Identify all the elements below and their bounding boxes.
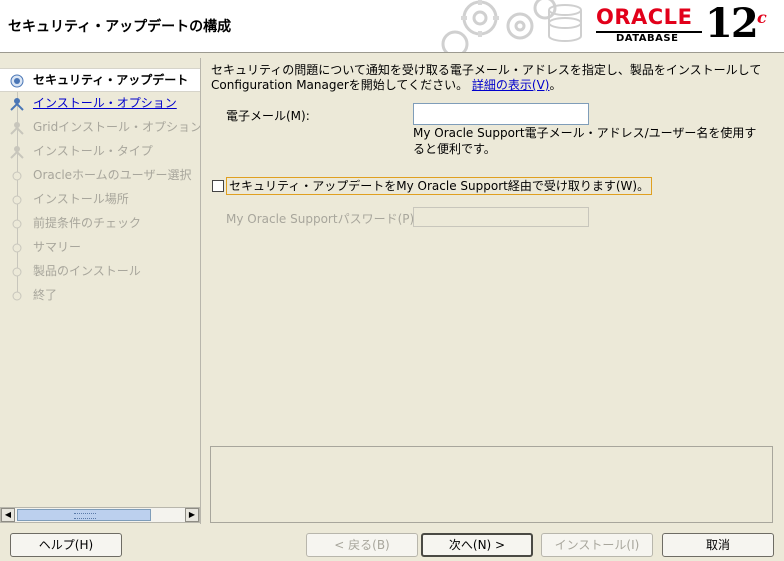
nav-step-label: インストール・オプション: [33, 96, 177, 110]
password-field: [413, 207, 589, 227]
next-button[interactable]: 次へ(N) >: [421, 533, 533, 557]
help-button[interactable]: ヘルプ(H): [10, 533, 122, 557]
nav-step-install-location: インストール場所: [0, 188, 200, 210]
dot-step-icon: [12, 195, 22, 205]
email-field[interactable]: [413, 103, 589, 125]
dot-step-icon: [12, 267, 22, 277]
current-step-icon: [10, 74, 24, 88]
nav-step-label: セキュリティ・アップデート: [33, 73, 189, 87]
nav-horizontal-scrollbar[interactable]: ◀ ▶: [0, 507, 200, 523]
password-label: My Oracle Supportパスワード(P):: [226, 212, 419, 226]
email-label: 電子メール(M):: [226, 109, 310, 123]
person-step-icon: [10, 98, 24, 111]
scroll-left-arrow-icon[interactable]: ◀: [1, 508, 15, 522]
security-updates-checkbox[interactable]: [212, 180, 224, 192]
nav-step-label: 終了: [33, 288, 58, 302]
intro-text: セキュリティの問題について通知を受け取る電子メール・アドレスを指定し、製品をイン…: [211, 63, 776, 93]
intro-end: 。: [549, 78, 562, 92]
header-banner: セキュリティ・アップデートの構成 ORACLE DATABASE 12 c: [0, 0, 784, 53]
person-step-icon: [10, 146, 24, 159]
nav-step-grid-options: Gridインストール・オプション: [0, 116, 200, 138]
nav-step-label: 前提条件のチェック: [33, 216, 142, 230]
cancel-button[interactable]: 取消: [662, 533, 774, 557]
nav-step-label: インストール場所: [33, 192, 129, 206]
scroll-right-arrow-icon[interactable]: ▶: [185, 508, 199, 522]
message-pane: [210, 446, 773, 523]
page-title: セキュリティ・アップデートの構成: [8, 19, 232, 35]
panel-divider: [200, 58, 201, 524]
database-product-text: DATABASE: [616, 33, 679, 44]
nav-step-install-product: 製品のインストール: [0, 260, 200, 282]
nav-step-label: インストール・タイプ: [33, 144, 153, 158]
scrollbar-thumb[interactable]: [17, 509, 151, 521]
nav-step-label: サマリー: [33, 240, 82, 254]
nav-step-oracle-home-user: Oracleホームのユーザー選択: [0, 164, 200, 186]
email-hint: My Oracle Support電子メール・アドレス/ユーザー名を使用すると便…: [413, 126, 757, 156]
dot-step-icon: [12, 219, 22, 229]
nav-step-label: Gridインストール・オプション: [33, 120, 200, 134]
nav-step-install-options[interactable]: インストール・オプション: [0, 92, 200, 114]
oracle-brand-text: ORACLE: [596, 5, 693, 29]
dot-step-icon: [12, 291, 22, 301]
nav-step-finish: 終了: [0, 284, 200, 306]
intro-line-2: Configuration Managerを開始してください。: [211, 78, 469, 92]
back-button: < 戻る(B): [306, 533, 418, 557]
nav-step-label: 製品のインストール: [33, 264, 141, 278]
nav-step-security-updates[interactable]: セキュリティ・アップデート: [0, 68, 200, 92]
nav-step-summary: サマリー: [0, 236, 200, 258]
version-suffix: c: [757, 8, 767, 27]
step-navigation: セキュリティ・アップデート インストール・オプション Gridインストール・オプ…: [0, 58, 200, 505]
details-link[interactable]: 詳細の表示(V): [472, 78, 550, 92]
oracle-database-logo: ORACLE DATABASE 12 c: [596, 0, 780, 50]
install-button: インストール(I): [541, 533, 653, 557]
version-number: 12: [705, 0, 759, 47]
nav-step-install-type: インストール・タイプ: [0, 140, 200, 162]
dot-step-icon: [12, 171, 22, 181]
person-step-icon: [10, 122, 24, 135]
gears-decoration-icon: [441, 0, 582, 52]
security-updates-checkbox-label[interactable]: セキュリティ・アップデートをMy Oracle Support経由で受け取ります…: [226, 177, 653, 195]
scrollbar-grip: [74, 513, 96, 519]
intro-line-1: セキュリティの問題について通知を受け取る電子メール・アドレスを指定し、製品をイン…: [211, 63, 762, 77]
nav-step-prereq-checks: 前提条件のチェック: [0, 212, 200, 234]
nav-step-label: Oracleホームのユーザー選択: [33, 168, 192, 182]
dot-step-icon: [12, 243, 22, 253]
